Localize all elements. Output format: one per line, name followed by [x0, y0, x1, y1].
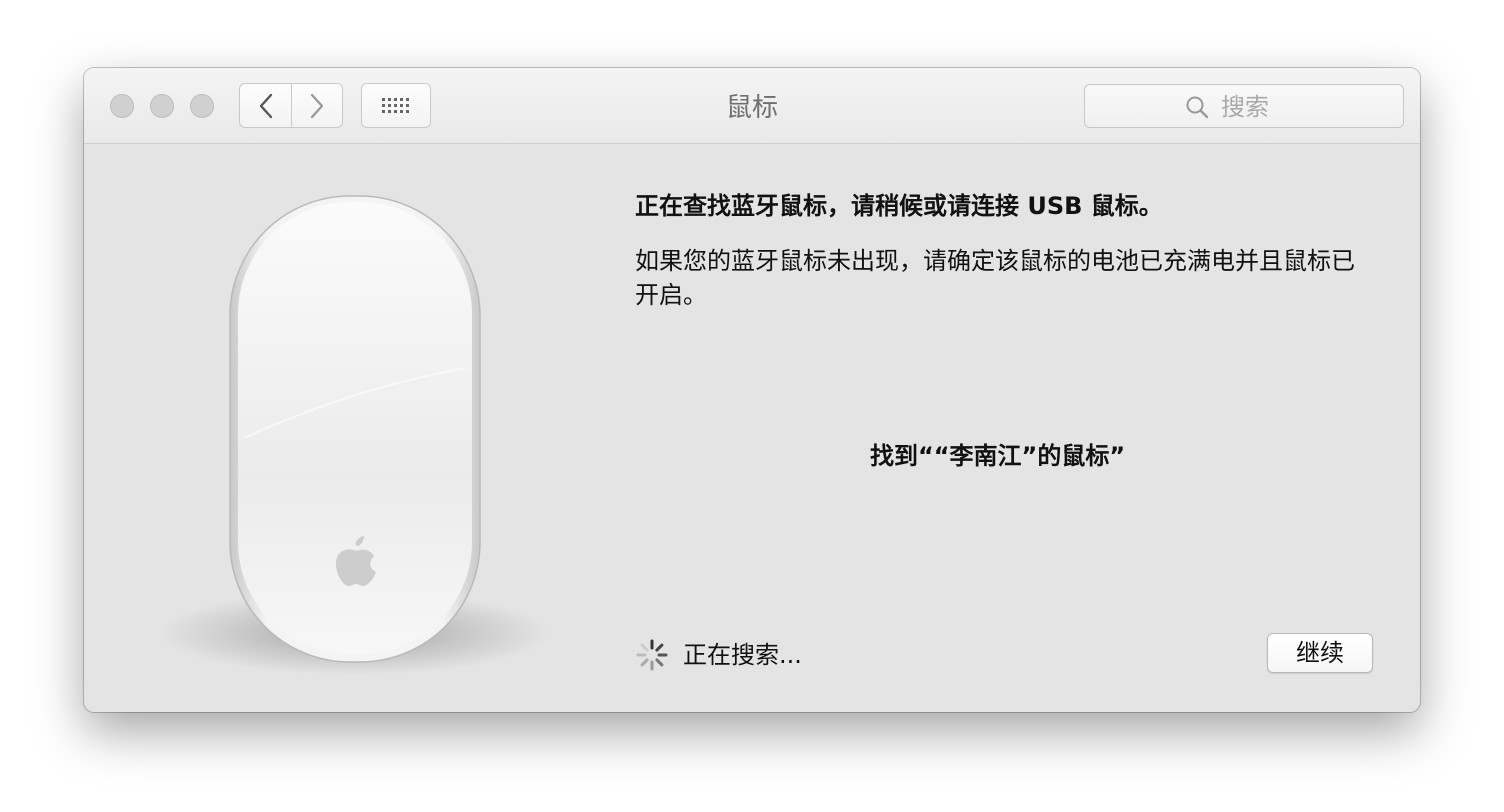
found-device-label: 找到““李南江”的鼠标” — [870, 442, 1126, 470]
search-icon — [1186, 96, 1209, 119]
search-field[interactable]: 搜索 — [1084, 84, 1404, 128]
search-status-text: 正在搜索... — [683, 641, 802, 669]
magic-mouse-illustration — [144, 188, 564, 688]
title-bar: 鼠标 搜索 — [84, 68, 1420, 144]
loading-spinner-icon — [636, 639, 668, 671]
searching-heading: 正在查找蓝牙鼠标，请稍候或请连接 USB 鼠标。 — [635, 192, 1163, 220]
search-placeholder: 搜索 — [1221, 93, 1269, 121]
instructions-text: 如果您的蓝牙鼠标未出现，请确定该鼠标的电池已充满电并且鼠标已开启。 — [635, 247, 1355, 309]
mouse-preferences-window: 鼠标 搜索 正在查找蓝牙鼠标，请稍候或请连接 USB 鼠标。 如果您的蓝牙鼠标未… — [84, 68, 1420, 712]
continue-button[interactable]: 继续 — [1267, 633, 1373, 673]
